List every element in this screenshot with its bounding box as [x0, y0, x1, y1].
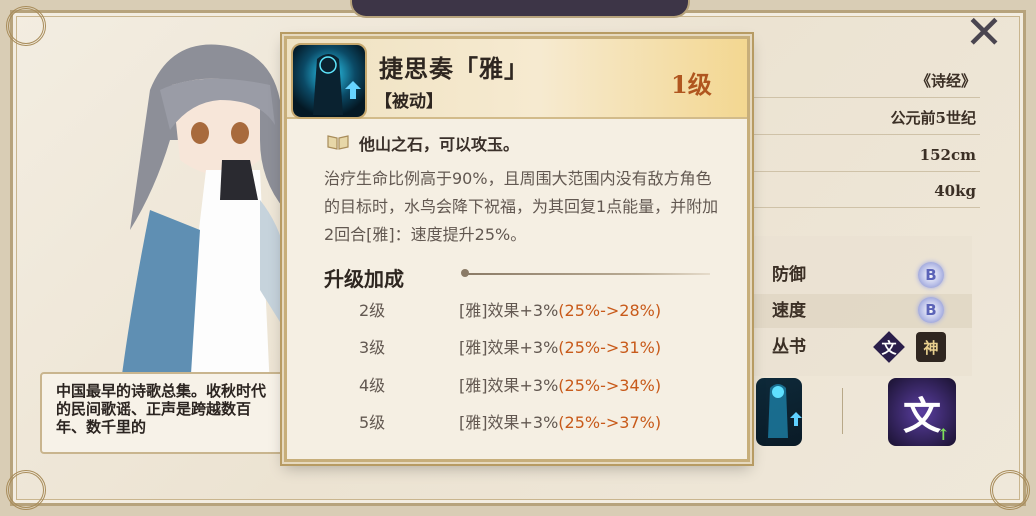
skill-art-icon — [293, 45, 365, 117]
skill-name: 捷思奏「雅」 — [379, 54, 529, 83]
upgrade-title: 升级加成 — [324, 267, 404, 291]
upgrade-effect-text: [雅]效果+3% — [459, 376, 559, 395]
upgrade-change: (25%->31%) — [558, 338, 662, 357]
skill-effect: 治疗生命比例高于90%，且周围大范围内没有敌方角色的目标时，水鸟会降下祝福，为其… — [324, 169, 719, 244]
skill-header: 捷思奏「雅」 【被动】 1级 — [287, 39, 747, 119]
description-text: 中国最早的诗歌总集。收秋时代的民间歌谣、正声是跨越数百年、数千里的 — [56, 382, 267, 436]
literature-skill-thumbnail[interactable]: 文 ↑ — [888, 378, 956, 446]
info-height: 152cm — [750, 138, 980, 172]
book-icon — [327, 135, 349, 150]
character-portrait — [120, 44, 290, 390]
corner-ornament — [990, 470, 1030, 510]
skill-quote: 他山之石，可以攻玉。 — [359, 135, 520, 154]
literature-icon: 文 — [881, 338, 897, 357]
upgrade-effect-text: [雅]效果+3% — [459, 413, 559, 432]
info-source: 《诗经》 — [750, 64, 980, 98]
upgrade-level: 3级 — [359, 338, 386, 357]
upgrade-effect-text: [雅]效果+3% — [459, 338, 559, 357]
upgrade-change: (25%->28%) — [558, 301, 662, 320]
info-weight: 40kg — [750, 174, 980, 208]
upgrade-divider — [465, 273, 710, 275]
upgrade-effect: [雅]效果+3%(25%->34%) — [459, 372, 661, 396]
upgrade-effect-text: [雅]效果+3% — [459, 301, 559, 320]
upgrade-effect: [雅]效果+3%(25%->31%) — [459, 334, 661, 358]
divider — [842, 388, 843, 434]
upgrade-arrow-icon: ↑ — [936, 425, 950, 444]
upgrade-effect: [雅]效果+3%(25%->28%) — [459, 297, 661, 321]
upgrade-effect: [雅]效果+3%(25%->37%) — [459, 409, 661, 433]
description-box: 中国最早的诗歌总集。收秋时代的民间歌谣、正声是跨越数百年、数千里的 — [40, 372, 285, 454]
stat-label: 防御 — [772, 265, 806, 285]
upgrade-level: 4级 — [359, 376, 386, 395]
stat-label: 速度 — [772, 301, 806, 321]
corner-ornament — [6, 470, 46, 510]
skill-icon — [291, 43, 367, 119]
grade-b-icon: B — [918, 297, 944, 323]
stat-label: 丛书 — [772, 337, 806, 357]
top-ornament — [350, 0, 690, 18]
close-icon: ✕ — [964, 5, 1004, 59]
skill-figure-icon — [768, 384, 802, 438]
skill-level: 1级 — [671, 70, 712, 99]
skill-thumbnail[interactable] — [756, 378, 802, 446]
corner-ornament — [6, 6, 46, 46]
myth-icon: 神 — [916, 332, 946, 362]
info-era: 公元前5世纪 — [750, 101, 980, 135]
upgrade-level: 5级 — [359, 413, 386, 432]
upgrade-change: (25%->34%) — [558, 376, 662, 395]
literature-glyph: 文 — [902, 392, 941, 438]
upgrade-change: (25%->37%) — [558, 413, 662, 432]
upgrade-level: 2级 — [359, 301, 386, 320]
skill-popup: 捷思奏「雅」 【被动】 1级 他山之石，可以攻玉。 治疗生命比例高于90%，且周… — [284, 36, 750, 462]
skill-type: 【被动】 — [375, 92, 443, 112]
close-button[interactable]: ✕ — [958, 6, 1010, 58]
grade-b-icon: B — [918, 262, 944, 288]
